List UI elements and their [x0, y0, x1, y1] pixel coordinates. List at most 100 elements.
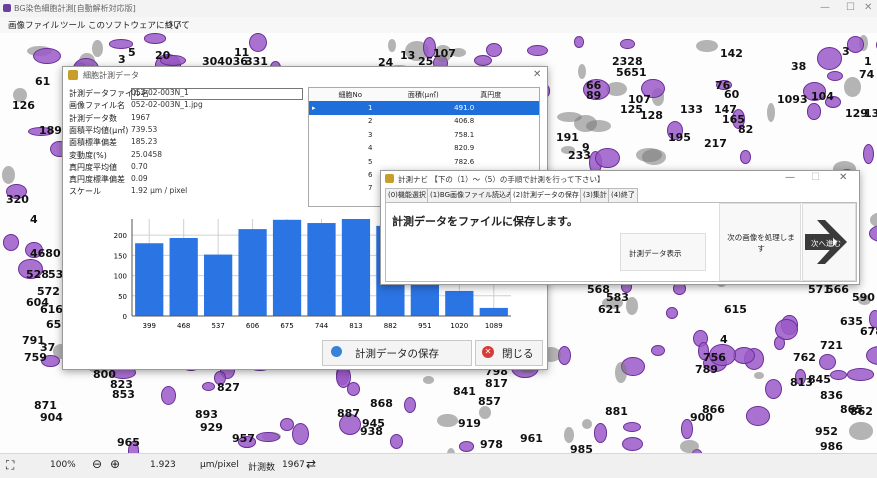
cell-blob — [389, 434, 403, 450]
field-label: 真円度標準偏差 — [69, 175, 125, 185]
field-value: 25.0458 — [131, 149, 163, 159]
window-titlebar: BG染色細胞計測[自動解析対応版] — ☐ ✕ — [0, 0, 877, 17]
cell-number-label: 857 — [478, 395, 501, 408]
cell-blob — [486, 43, 503, 58]
histogram-bar — [307, 223, 336, 316]
cell-blob — [564, 427, 574, 444]
cell-number-label: 61 — [35, 75, 51, 88]
row-indicator — [309, 128, 336, 141]
field-value: 0.09 — [131, 174, 148, 184]
cell-number-label: 1093 — [777, 93, 808, 106]
cell-blob — [458, 441, 474, 452]
cell-number-label: 528 — [26, 268, 49, 281]
x-tick-label: 399 — [143, 322, 156, 330]
cell-blob — [847, 368, 874, 381]
restore-button[interactable]: ☐ — [846, 2, 855, 13]
cell-number-label: 126 — [12, 99, 35, 112]
x-tick-label: 744 — [315, 322, 329, 330]
cell-blob — [621, 436, 643, 451]
menu-bar: 画像ファイル ツール このソフトウェアについて 終了 — [0, 17, 877, 33]
dialog-icon — [68, 70, 78, 80]
table-row[interactable]: ▸ 1 491.0 — [309, 101, 539, 115]
menu-image-file[interactable]: 画像ファイル — [8, 19, 59, 31]
cell-number-label: 900 — [690, 411, 713, 424]
grid-cell: 4 — [367, 144, 373, 153]
cell-number-label: 986 — [820, 440, 843, 453]
close-window-button[interactable]: ✕ — [864, 2, 872, 13]
cell-blob — [595, 147, 620, 168]
next-image-button[interactable]: 次の画像を処理します — [719, 203, 801, 281]
x-tick-label: 537 — [211, 322, 224, 330]
cell-number-label: 868 — [370, 397, 393, 410]
field-label: 真円度平均値 — [69, 162, 117, 172]
cell-blob — [91, 39, 103, 58]
cell-blob — [615, 361, 627, 383]
menu-tools[interactable]: ツール — [60, 19, 86, 31]
cell-blob — [585, 120, 612, 133]
y-tick-label: 50 — [118, 293, 127, 301]
nav-close-button[interactable]: ✕ — [839, 172, 847, 183]
cell-number-label: 5651 — [616, 66, 647, 79]
window-title: BG染色細胞計測[自動解析対応版] — [14, 4, 136, 13]
fit-icon[interactable]: ⛶ — [6, 458, 14, 473]
cell-blob — [651, 344, 666, 357]
cell-number-label: 817 — [485, 377, 508, 390]
zoom-out-icon[interactable]: ⊖ — [92, 457, 102, 471]
nav-restore-button[interactable]: ☐ — [811, 172, 820, 183]
dialog-close-icon[interactable]: ✕ — [533, 69, 541, 80]
cell-blob — [291, 423, 309, 446]
table-row[interactable]: 4 820.9 — [309, 142, 539, 155]
cell-number-label: 881 — [605, 405, 628, 418]
grid-cell: 406.8 — [454, 117, 475, 126]
next-step-button[interactable]: 次へ進む — [802, 203, 856, 281]
x-tick-label: 1020 — [450, 322, 468, 330]
undo-redo-icon[interactable]: ⇄ — [306, 457, 316, 471]
table-row[interactable]: 3 758.1 — [309, 128, 539, 141]
count-value: 1967 — [282, 460, 305, 470]
cell-number-label: 3 — [842, 45, 850, 58]
grid-header[interactable]: 真円度 — [477, 88, 539, 101]
grid-cell: 5 — [367, 157, 373, 166]
grid-header[interactable]: 細胞No — [336, 88, 405, 101]
field-value: 1967 — [131, 112, 151, 122]
grid-cell — [477, 155, 539, 168]
cell-number-label: 721 — [820, 339, 843, 352]
cell-number-label: 919 — [458, 417, 481, 430]
histogram-bar — [479, 307, 508, 316]
show-data-button[interactable]: 計測データ表示 — [620, 233, 706, 271]
table-row[interactable]: 5 782.6 — [309, 155, 539, 168]
cell-number-label: 195 — [668, 131, 691, 144]
zoom-in-icon[interactable]: ⊕ — [110, 457, 120, 471]
cell-blob — [2, 234, 20, 252]
minimize-button[interactable]: — — [820, 2, 830, 13]
cell-number-label: 5 — [128, 46, 136, 59]
field-value: 052-02-003N_1.jpg — [131, 100, 203, 110]
menu-exit[interactable]: 終了 — [165, 19, 182, 31]
field-value: 739.53 — [131, 124, 158, 134]
cell-blob — [635, 147, 662, 162]
cell-number-label: 4680 — [30, 247, 61, 260]
cell-number-label: 985 — [570, 443, 593, 453]
cell-number-label: 107 — [433, 47, 456, 60]
grid-cell: 491.0 — [454, 104, 475, 113]
save-data-button[interactable]: 計測データの保存 — [322, 340, 472, 366]
nav-panel: 計測データをファイルに保存します。 計測データ表示 次の画像を処理します 次へ進… — [385, 202, 857, 282]
grid-cell — [477, 142, 539, 155]
histogram-bar — [272, 219, 302, 316]
dialog-titlebar: 細胞計測データ ✕ — [63, 67, 547, 84]
cell-number-label: 320 — [6, 193, 29, 206]
nav-minimize-button[interactable]: — — [785, 172, 795, 183]
cell-number-label: 4 — [720, 333, 728, 346]
y-tick-label: 200 — [114, 232, 127, 240]
cell-number-label: 978 — [480, 438, 503, 451]
grid-header[interactable]: 面積(μ㎡) — [405, 88, 477, 101]
cell-blob — [869, 212, 877, 228]
table-row[interactable]: 2 406.8 — [309, 115, 539, 128]
cell-number-label: 9 — [582, 141, 590, 154]
cell-number-label: 189 — [39, 124, 62, 137]
grid-cell: 3 — [367, 130, 373, 139]
cell-number-label: 38 — [791, 60, 807, 73]
cell-number-label: 89 — [586, 89, 602, 102]
close-dialog-button[interactable]: ✕ 閉じる — [475, 340, 543, 366]
cell-number-label: 929 — [200, 421, 223, 434]
